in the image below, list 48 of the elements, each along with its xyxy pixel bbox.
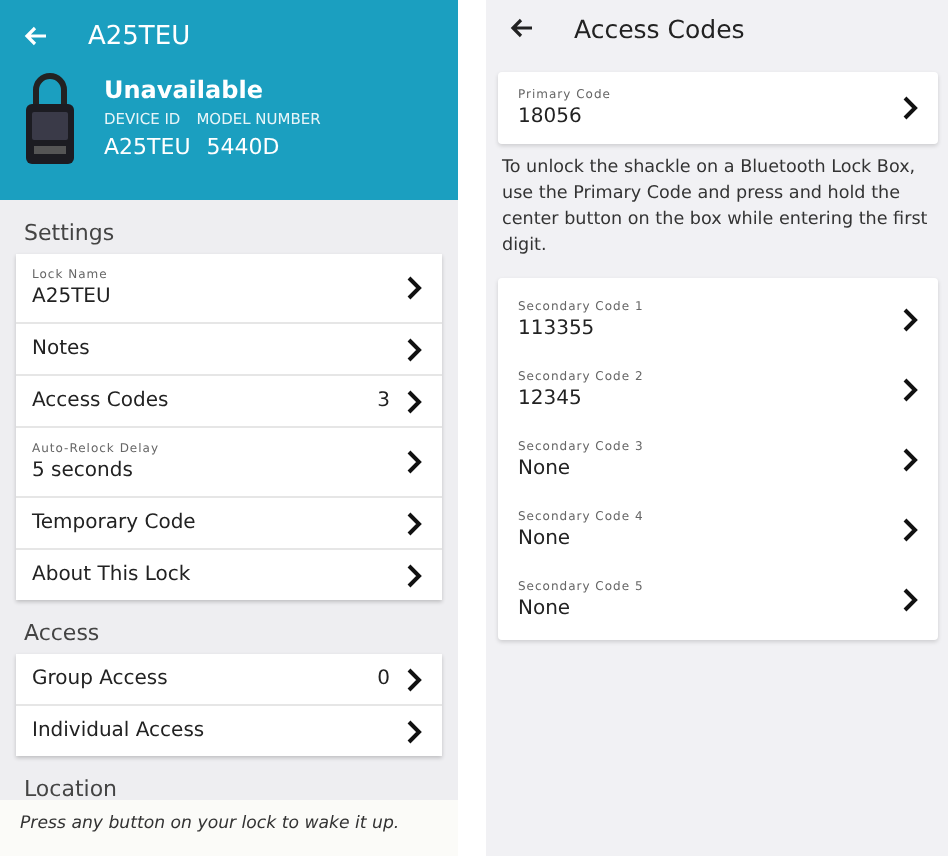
settings-row[interactable]: Notes <box>16 324 442 376</box>
chevron-icon <box>406 719 422 743</box>
chevron-icon <box>406 276 422 300</box>
count: 0 <box>377 668 390 690</box>
chevron-icon <box>406 511 422 535</box>
chevron-icon <box>406 450 422 474</box>
row-label: Temporary Code <box>32 512 198 534</box>
chevron-icon <box>406 389 422 413</box>
chevron-icon <box>406 337 422 361</box>
settings-row[interactable]: Temporary Code <box>16 498 442 550</box>
row-label: A25TEU <box>32 286 113 308</box>
lock-box-icon <box>24 72 76 164</box>
chevron-icon <box>406 667 422 691</box>
screen-title: A25TEU <box>88 21 191 51</box>
device-id: A25TEU <box>104 134 191 160</box>
chevron-icon <box>406 563 422 587</box>
code-value: 18056 <box>518 106 584 128</box>
section-heading: Settings <box>22 218 117 250</box>
row-label: Notes <box>32 338 92 360</box>
back-arrow-icon[interactable] <box>510 18 534 38</box>
lock-status: Unavailable <box>104 76 265 104</box>
count: 3 <box>377 390 390 412</box>
code-value: 12345 <box>518 387 584 409</box>
section-heading: Location <box>22 774 120 806</box>
row-label: Group Access <box>32 668 170 690</box>
settings-row[interactable]: About This Lock <box>16 550 442 600</box>
code-value: None <box>518 597 573 619</box>
settings-row[interactable]: Group Access 0 <box>16 654 442 706</box>
settings-row[interactable]: Access Codes 3 <box>16 376 442 428</box>
instruction-text: To unlock the shackle on a Bluetooth Lock Box, use the Primary Code and press and hold the center button on the box while entering the first digit. <box>500 156 930 260</box>
code-value: None <box>518 527 573 549</box>
chevron-icon <box>902 587 918 611</box>
section-heading: Access <box>22 618 102 650</box>
chevron-icon <box>902 517 918 541</box>
chevron-icon <box>902 307 918 331</box>
wake-hint-toast: Press any button on your lock to wake it up. <box>0 800 458 856</box>
row-label: About This Lock <box>32 564 193 586</box>
code-value: 113355 <box>518 317 597 339</box>
chevron-icon <box>902 377 918 401</box>
chevron-icon <box>902 96 918 120</box>
settings-row[interactable]: Individual Access <box>16 706 442 756</box>
code-value: None <box>518 457 573 479</box>
row-label: Access Codes <box>32 390 171 412</box>
screen-title: Access Codes <box>574 13 745 43</box>
chevron-icon <box>902 447 918 471</box>
row-label: Individual Access <box>32 720 207 742</box>
row-label: 5 seconds <box>32 460 135 482</box>
model-number: 5440D <box>206 134 280 160</box>
